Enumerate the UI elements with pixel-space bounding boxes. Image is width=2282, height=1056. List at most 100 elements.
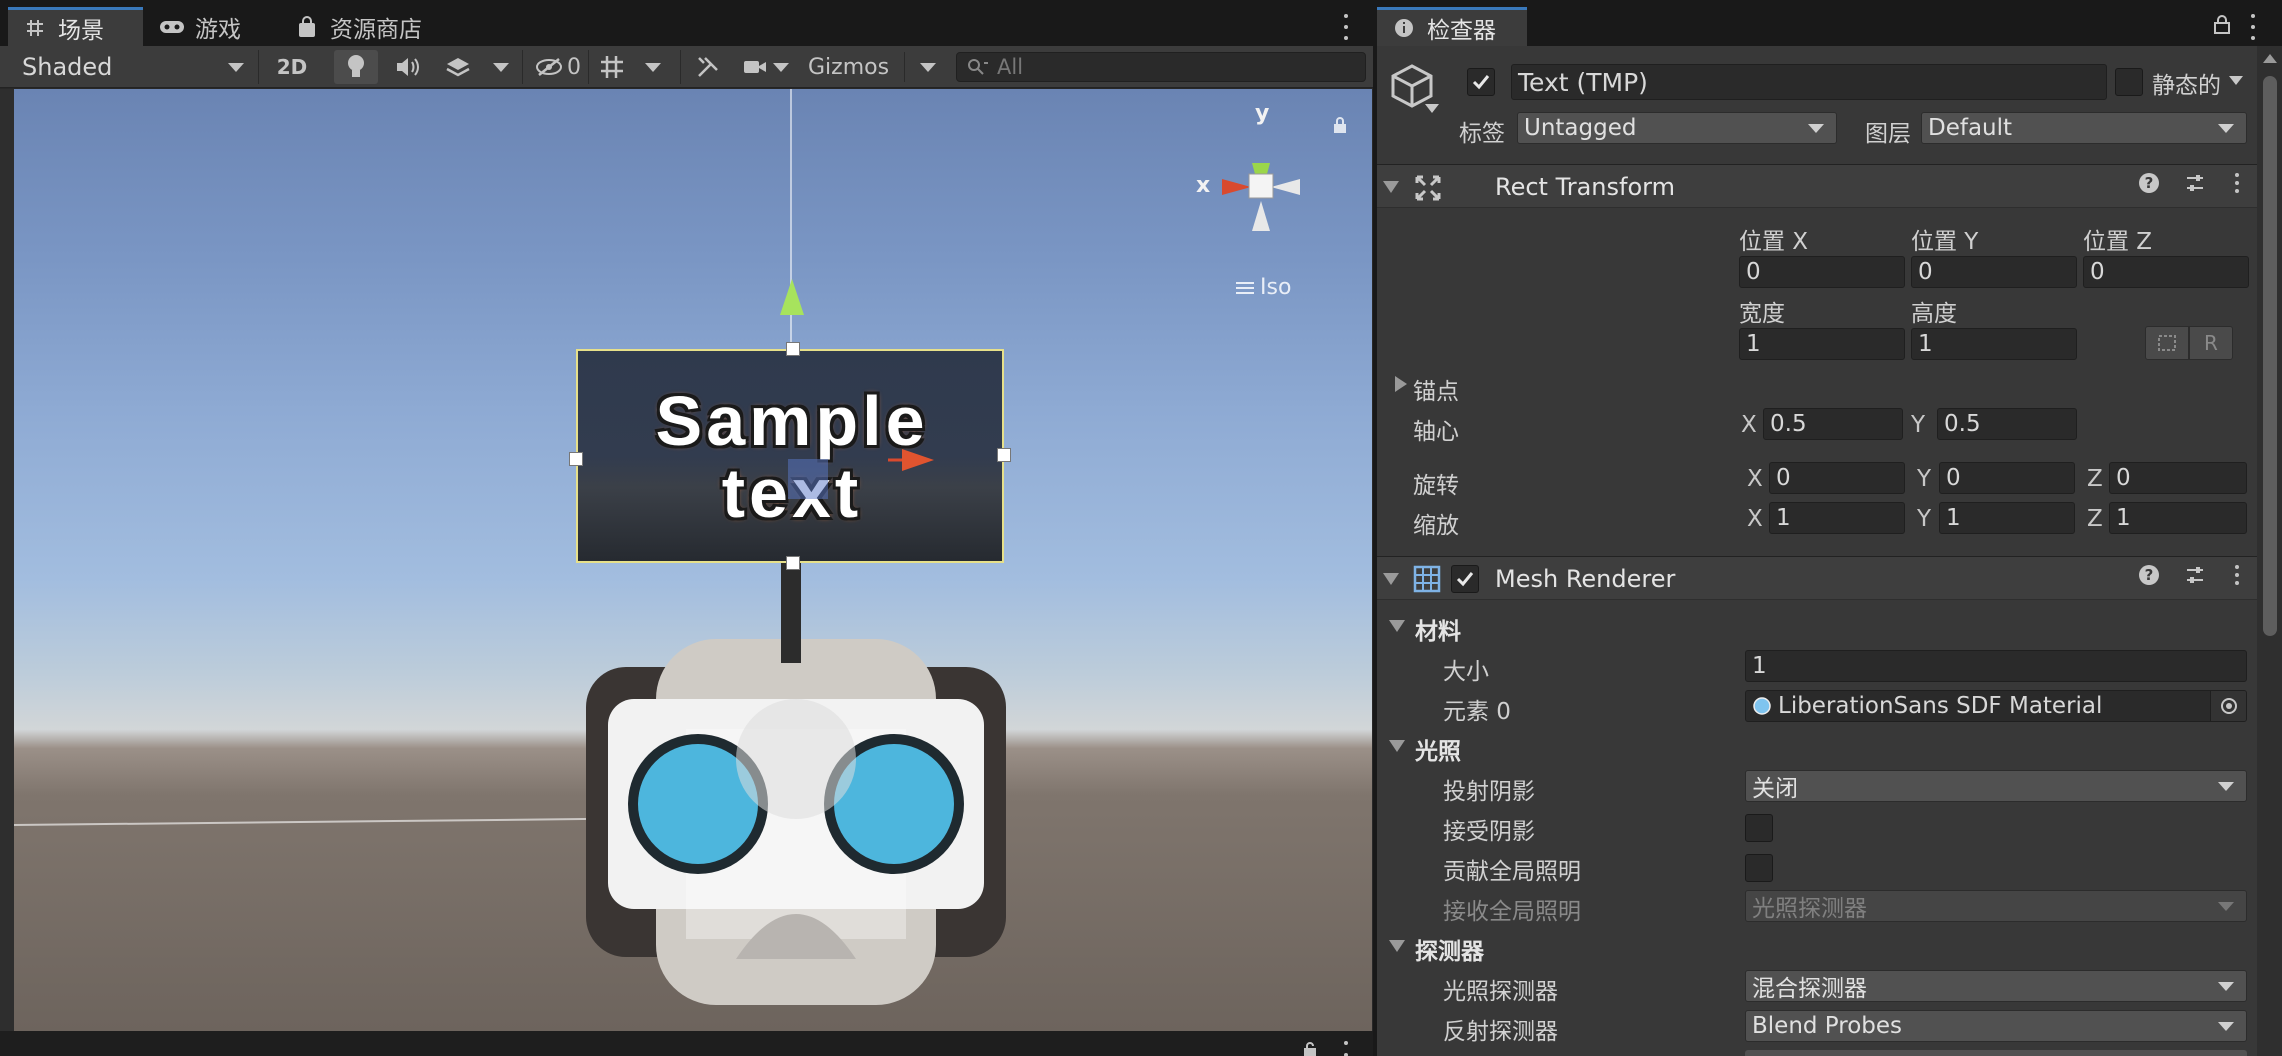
rot-z-field[interactable]: 0	[2109, 462, 2247, 494]
grid-dropdown[interactable]	[638, 50, 668, 84]
tab-scene[interactable]: 场景	[8, 7, 143, 46]
receive-shadows-checkbox[interactable]	[1745, 814, 1773, 842]
element0-object-field[interactable]: LiberationSans SDF Material	[1745, 690, 2247, 722]
object-name: Text (TMP)	[1518, 67, 1648, 97]
move-gizmo-x-arrow[interactable]	[888, 445, 938, 475]
gizmos-dropdown[interactable]: Gizmos	[804, 50, 944, 84]
component-menu-icon[interactable]	[2231, 173, 2243, 193]
object-picker-button[interactable]	[2210, 691, 2246, 721]
scrollbar-thumb[interactable]	[2263, 76, 2277, 636]
rect-handle-bottom[interactable]	[786, 556, 800, 570]
static-dropdown-caret[interactable]	[2229, 76, 2243, 86]
pivot-x-field[interactable]: 0.5	[1763, 408, 1903, 440]
static-checkbox[interactable]	[2115, 68, 2143, 96]
scene-menu-icon[interactable]	[1340, 14, 1352, 40]
pos-x-field[interactable]: 0	[1739, 256, 1905, 288]
object-name-field[interactable]: Text (TMP)	[1511, 64, 2107, 100]
raw-edit-button[interactable]: R	[2189, 326, 2233, 360]
scale-z-field[interactable]: 1	[2109, 502, 2247, 534]
rect-handle-left[interactable]	[569, 452, 583, 466]
probes-label[interactable]: 探测器	[1415, 932, 1484, 966]
foldout-icon[interactable]	[1383, 181, 1399, 193]
anchors-label[interactable]: 锚点	[1413, 372, 1459, 406]
probes-foldout-icon[interactable]	[1389, 940, 1405, 952]
lock-icon[interactable]	[2214, 14, 2230, 34]
pivot-y-field[interactable]: 0.5	[1937, 408, 2077, 440]
mesh-renderer-enabled-checkbox[interactable]	[1451, 565, 1479, 593]
materials-foldout-icon[interactable]	[1389, 620, 1405, 632]
rect-handle-top[interactable]	[786, 342, 800, 356]
robot-head-mesh[interactable]	[586, 639, 1006, 1005]
help-icon[interactable]: ?	[2139, 565, 2159, 585]
light-probes-label: 光照探测器	[1443, 979, 1558, 1005]
width-field[interactable]: 1	[1739, 328, 1905, 360]
reflection-probes-dropdown[interactable]: Blend Probes	[1745, 1010, 2247, 1042]
help-icon[interactable]: ?	[2139, 173, 2159, 193]
move-gizmo-y-arrow[interactable]	[778, 279, 806, 319]
lighting-foldout-icon[interactable]	[1389, 740, 1405, 752]
chevron-down-icon	[2218, 123, 2234, 133]
tag-dropdown[interactable]: Untagged	[1517, 112, 1837, 144]
active-checkbox[interactable]	[1467, 68, 1495, 96]
lighting-label[interactable]: 光照	[1415, 732, 1461, 766]
height-field[interactable]: 1	[1911, 328, 2077, 360]
blueprint-mode-button[interactable]	[2145, 326, 2189, 360]
presets-icon[interactable]	[2185, 173, 2205, 193]
lighting-toggle-button[interactable]	[334, 50, 378, 84]
pos-z-field[interactable]: 0	[2083, 256, 2249, 288]
move-gizmo-plane-handle[interactable]	[788, 459, 828, 499]
rot-x-field[interactable]: 0	[1769, 462, 1905, 494]
lock-icon[interactable]	[1332, 115, 1348, 135]
gizmos-label: Gizmos	[808, 54, 890, 80]
world-grid-line	[14, 817, 594, 826]
component-menu-icon[interactable]	[2231, 565, 2243, 585]
inspector-menu-icon[interactable]	[2247, 14, 2259, 40]
mesh-renderer-header[interactable]: Mesh Renderer ?	[1377, 556, 2257, 600]
rect-transform-header[interactable]: Rect Transform ?	[1377, 164, 2257, 208]
shading-mode-label: Shaded	[22, 53, 113, 81]
inspector-scrollbar[interactable]	[2257, 46, 2282, 1056]
grid-toggle-button[interactable]	[594, 50, 630, 84]
presets-icon[interactable]	[2185, 565, 2205, 585]
search-placeholder: All	[997, 55, 1024, 79]
materials-label[interactable]: 材料	[1415, 612, 1461, 646]
toolbar-divider	[904, 52, 906, 82]
effects-toggle-button[interactable]	[438, 50, 478, 84]
scroll-up-icon[interactable]	[2263, 54, 2277, 64]
effects-dropdown[interactable]	[486, 50, 516, 84]
pos-y-field[interactable]: 0	[1911, 256, 2077, 288]
icon-dropdown-caret[interactable]	[1425, 104, 1439, 114]
lock-icon[interactable]	[1302, 1041, 1318, 1056]
orientation-gizmo[interactable]: y x	[1186, 101, 1336, 271]
audio-toggle-button[interactable]	[388, 50, 428, 84]
anchors-foldout-icon[interactable]	[1395, 376, 1407, 392]
tab-game[interactable]: 游戏	[145, 7, 275, 46]
light-probes-dropdown[interactable]: 混合探测器	[1745, 970, 2247, 1002]
tab-inspector[interactable]: 检查器	[1377, 7, 1527, 46]
size-label: 大小	[1443, 659, 1489, 685]
2d-toggle-button[interactable]: 2D	[270, 50, 314, 84]
rot-y-field[interactable]: 0	[1939, 462, 2075, 494]
scene-viewport[interactable]: Sample text y x Iso	[14, 89, 1372, 1031]
tab-game-label: 游戏	[195, 16, 241, 43]
tools-button[interactable]	[690, 50, 726, 84]
contribute-gi-checkbox[interactable]	[1745, 854, 1773, 882]
scale-x-field[interactable]: 1	[1769, 502, 1905, 534]
layer-dropdown[interactable]: Default	[1921, 112, 2247, 144]
receive-gi-value: 光照探测器	[1752, 896, 1867, 922]
cast-shadows-dropdown[interactable]: 关闭	[1745, 770, 2247, 802]
hidden-objects-toggle[interactable]: 0	[528, 50, 588, 84]
toolbar-divider	[680, 50, 681, 84]
projection-toggle[interactable]: Iso	[1236, 275, 1291, 300]
scene-left-edge	[0, 89, 14, 1031]
hierarchy-search-input[interactable]: All	[956, 52, 1366, 82]
shading-mode-dropdown[interactable]: Shaded	[6, 50, 254, 84]
scale-y-field[interactable]: 1	[1939, 502, 2075, 534]
rect-handle-right[interactable]	[997, 448, 1011, 462]
bottom-menu-icon[interactable]	[1340, 1041, 1352, 1056]
materials-size-field[interactable]: 1	[1745, 650, 2247, 682]
foldout-icon[interactable]	[1383, 573, 1399, 585]
camera-settings-button[interactable]	[736, 50, 796, 84]
text-tmp-object[interactable]: Sample text	[576, 349, 1004, 563]
tab-asset-store[interactable]: 资源商店	[280, 7, 450, 46]
